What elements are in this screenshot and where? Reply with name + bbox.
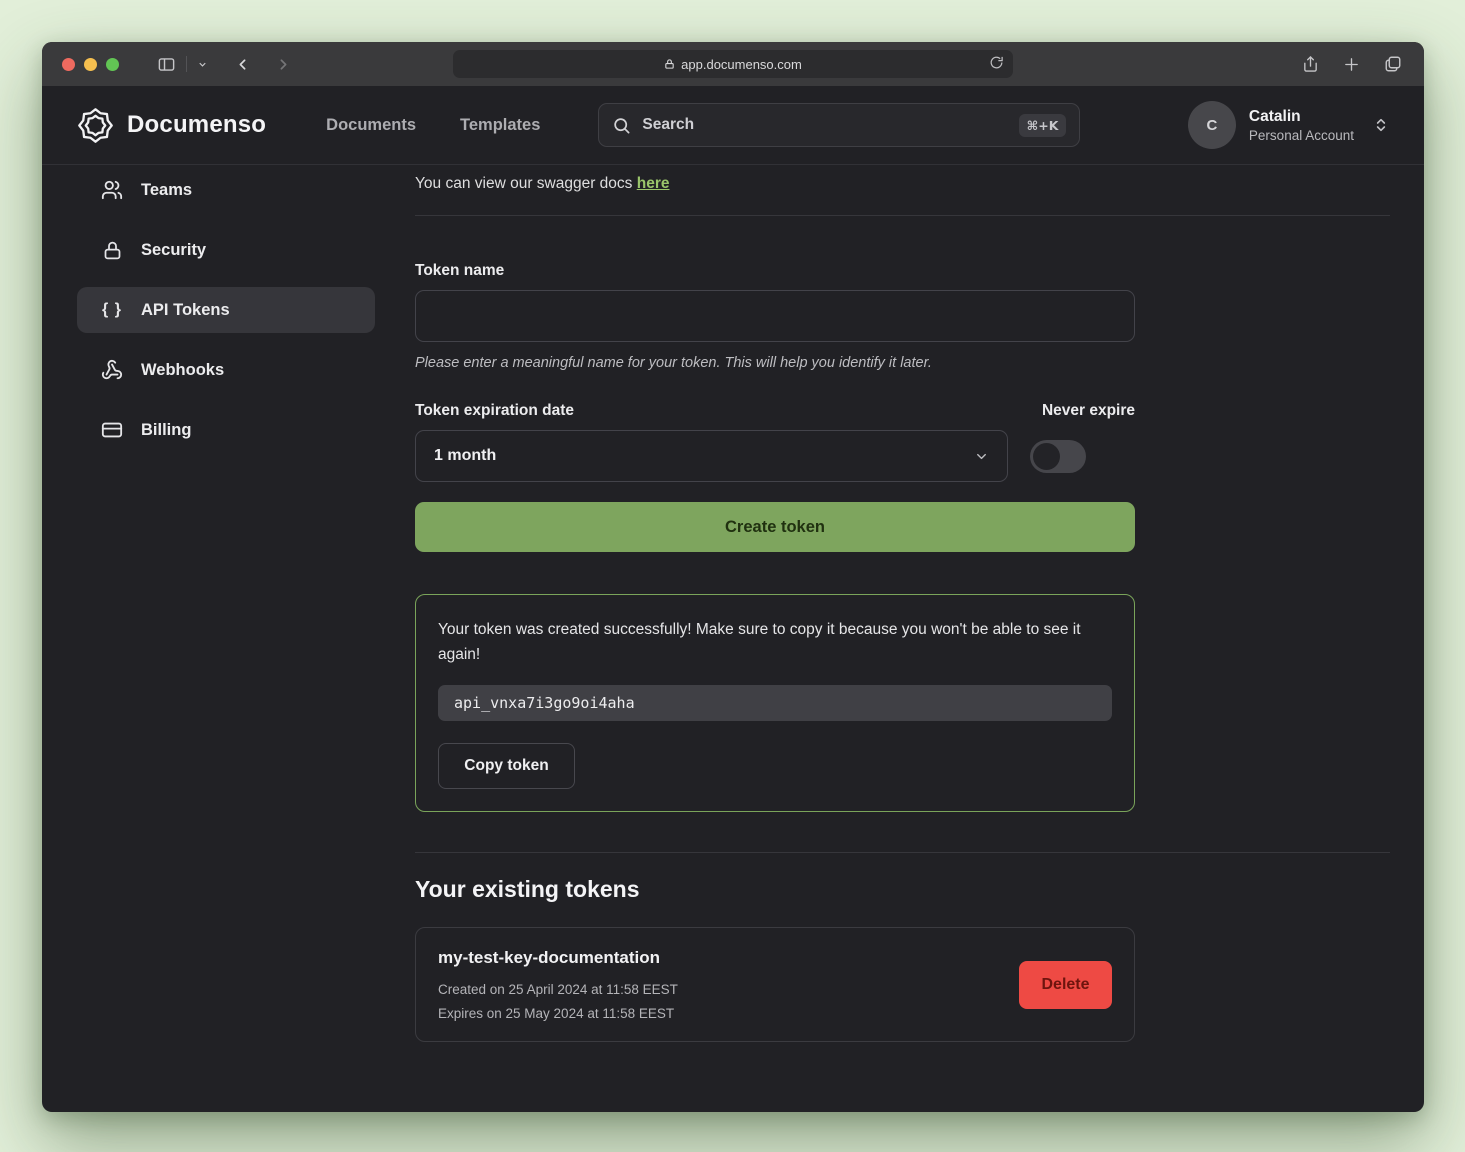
sidebar-item-label: Webhooks xyxy=(141,361,224,380)
search-input[interactable]: Search ⌘+K xyxy=(598,103,1080,147)
sidebar-item-teams[interactable]: Teams xyxy=(77,167,375,213)
sidebar-item-billing[interactable]: Billing xyxy=(77,407,375,453)
tab-overview-icon[interactable] xyxy=(1384,55,1402,73)
share-icon[interactable] xyxy=(1302,55,1319,73)
swagger-docs-link[interactable]: here xyxy=(637,175,670,192)
user-account-type: Personal Account xyxy=(1249,128,1354,143)
search-icon xyxy=(612,116,631,135)
address-bar[interactable]: app.documenso.com xyxy=(453,50,1013,78)
credit-card-icon xyxy=(100,419,124,441)
chevron-down-icon xyxy=(974,449,989,464)
user-name: Catalin xyxy=(1249,108,1354,126)
documenso-logo-icon xyxy=(77,107,114,144)
account-menu[interactable]: C Catalin Personal Account xyxy=(1188,101,1389,149)
expiration-selected-value: 1 month xyxy=(434,447,496,465)
token-created-message: Your token was created successfully! Mak… xyxy=(438,617,1112,667)
token-list-item: my-test-key-documentation Created on 25 … xyxy=(415,927,1135,1042)
new-tab-icon[interactable] xyxy=(1343,56,1360,73)
sidebar-item-label: Security xyxy=(141,241,206,260)
avatar: C xyxy=(1188,101,1236,149)
reload-icon[interactable] xyxy=(989,55,1004,70)
url-text: app.documenso.com xyxy=(681,57,802,72)
token-created-date: Created on 25 April 2024 at 11:58 EEST xyxy=(438,982,678,997)
sidebar-item-label: API Tokens xyxy=(141,301,230,320)
forward-button[interactable] xyxy=(275,56,292,73)
settings-sidebar: Teams Security { } API Tokens Webhooks xyxy=(77,165,375,1112)
toggle-knob xyxy=(1033,443,1060,470)
braces-icon: { } xyxy=(100,301,124,319)
nav-documents[interactable]: Documents xyxy=(326,116,416,135)
token-name: my-test-key-documentation xyxy=(438,948,678,968)
main-nav: Documents Templates xyxy=(326,116,540,135)
app-header: Documenso Documents Templates Search ⌘+K… xyxy=(42,86,1424,165)
sidebar-item-security[interactable]: Security xyxy=(77,227,375,273)
sidebar-item-label: Billing xyxy=(141,421,191,440)
tab-dropdown-chevron-icon[interactable] xyxy=(197,59,208,70)
token-expires-date: Expires on 25 May 2024 at 11:58 EEST xyxy=(438,1006,678,1021)
tls-lock-icon xyxy=(664,58,675,70)
zoom-window-button[interactable] xyxy=(106,58,119,71)
swagger-docs-line: You can view our swagger docs here xyxy=(415,175,1390,193)
brand[interactable]: Documenso xyxy=(77,107,266,144)
minimize-window-button[interactable] xyxy=(84,58,97,71)
token-name-label: Token name xyxy=(415,262,1390,280)
copy-token-button[interactable]: Copy token xyxy=(438,743,575,789)
existing-tokens-heading: Your existing tokens xyxy=(415,876,1390,903)
brand-name: Documenso xyxy=(127,111,266,139)
toolbar-separator xyxy=(186,56,187,72)
back-button[interactable] xyxy=(234,56,251,73)
token-value-field[interactable]: api_vnxa7i3go9oi4aha xyxy=(438,685,1112,721)
token-expiration-label: Token expiration date xyxy=(415,402,574,420)
sidebar-item-webhooks[interactable]: Webhooks xyxy=(77,347,375,393)
delete-token-button[interactable]: Delete xyxy=(1019,961,1112,1009)
search-shortcut-badge: ⌘+K xyxy=(1019,114,1067,137)
token-created-panel: Your token was created successfully! Mak… xyxy=(415,594,1135,812)
section-divider xyxy=(415,215,1390,216)
browser-titlebar: app.documenso.com xyxy=(42,42,1424,86)
token-name-hint: Please enter a meaningful name for your … xyxy=(415,355,1390,371)
api-tokens-page: You can view our swagger docs here Token… xyxy=(415,165,1390,1112)
webhook-icon xyxy=(100,359,124,381)
never-expire-label: Never expire xyxy=(1042,402,1135,420)
users-icon xyxy=(100,179,124,201)
close-window-button[interactable] xyxy=(62,58,75,71)
expiration-select[interactable]: 1 month xyxy=(415,430,1008,482)
create-token-button[interactable]: Create token xyxy=(415,502,1135,552)
token-name-input[interactable] xyxy=(415,290,1135,342)
section-divider xyxy=(415,852,1390,853)
sidebar-item-label: Teams xyxy=(141,181,192,200)
lock-icon xyxy=(100,240,124,261)
swagger-text: You can view our swagger docs xyxy=(415,175,632,192)
sidebar-toggle-icon[interactable] xyxy=(157,55,176,74)
browser-window: app.documenso.com xyxy=(42,42,1424,1112)
chevrons-up-down-icon xyxy=(1373,117,1389,133)
search-placeholder: Search xyxy=(642,116,694,134)
never-expire-toggle[interactable] xyxy=(1030,440,1086,473)
window-controls xyxy=(62,58,119,71)
sidebar-item-api-tokens[interactable]: { } API Tokens xyxy=(77,287,375,333)
nav-templates[interactable]: Templates xyxy=(460,116,540,135)
